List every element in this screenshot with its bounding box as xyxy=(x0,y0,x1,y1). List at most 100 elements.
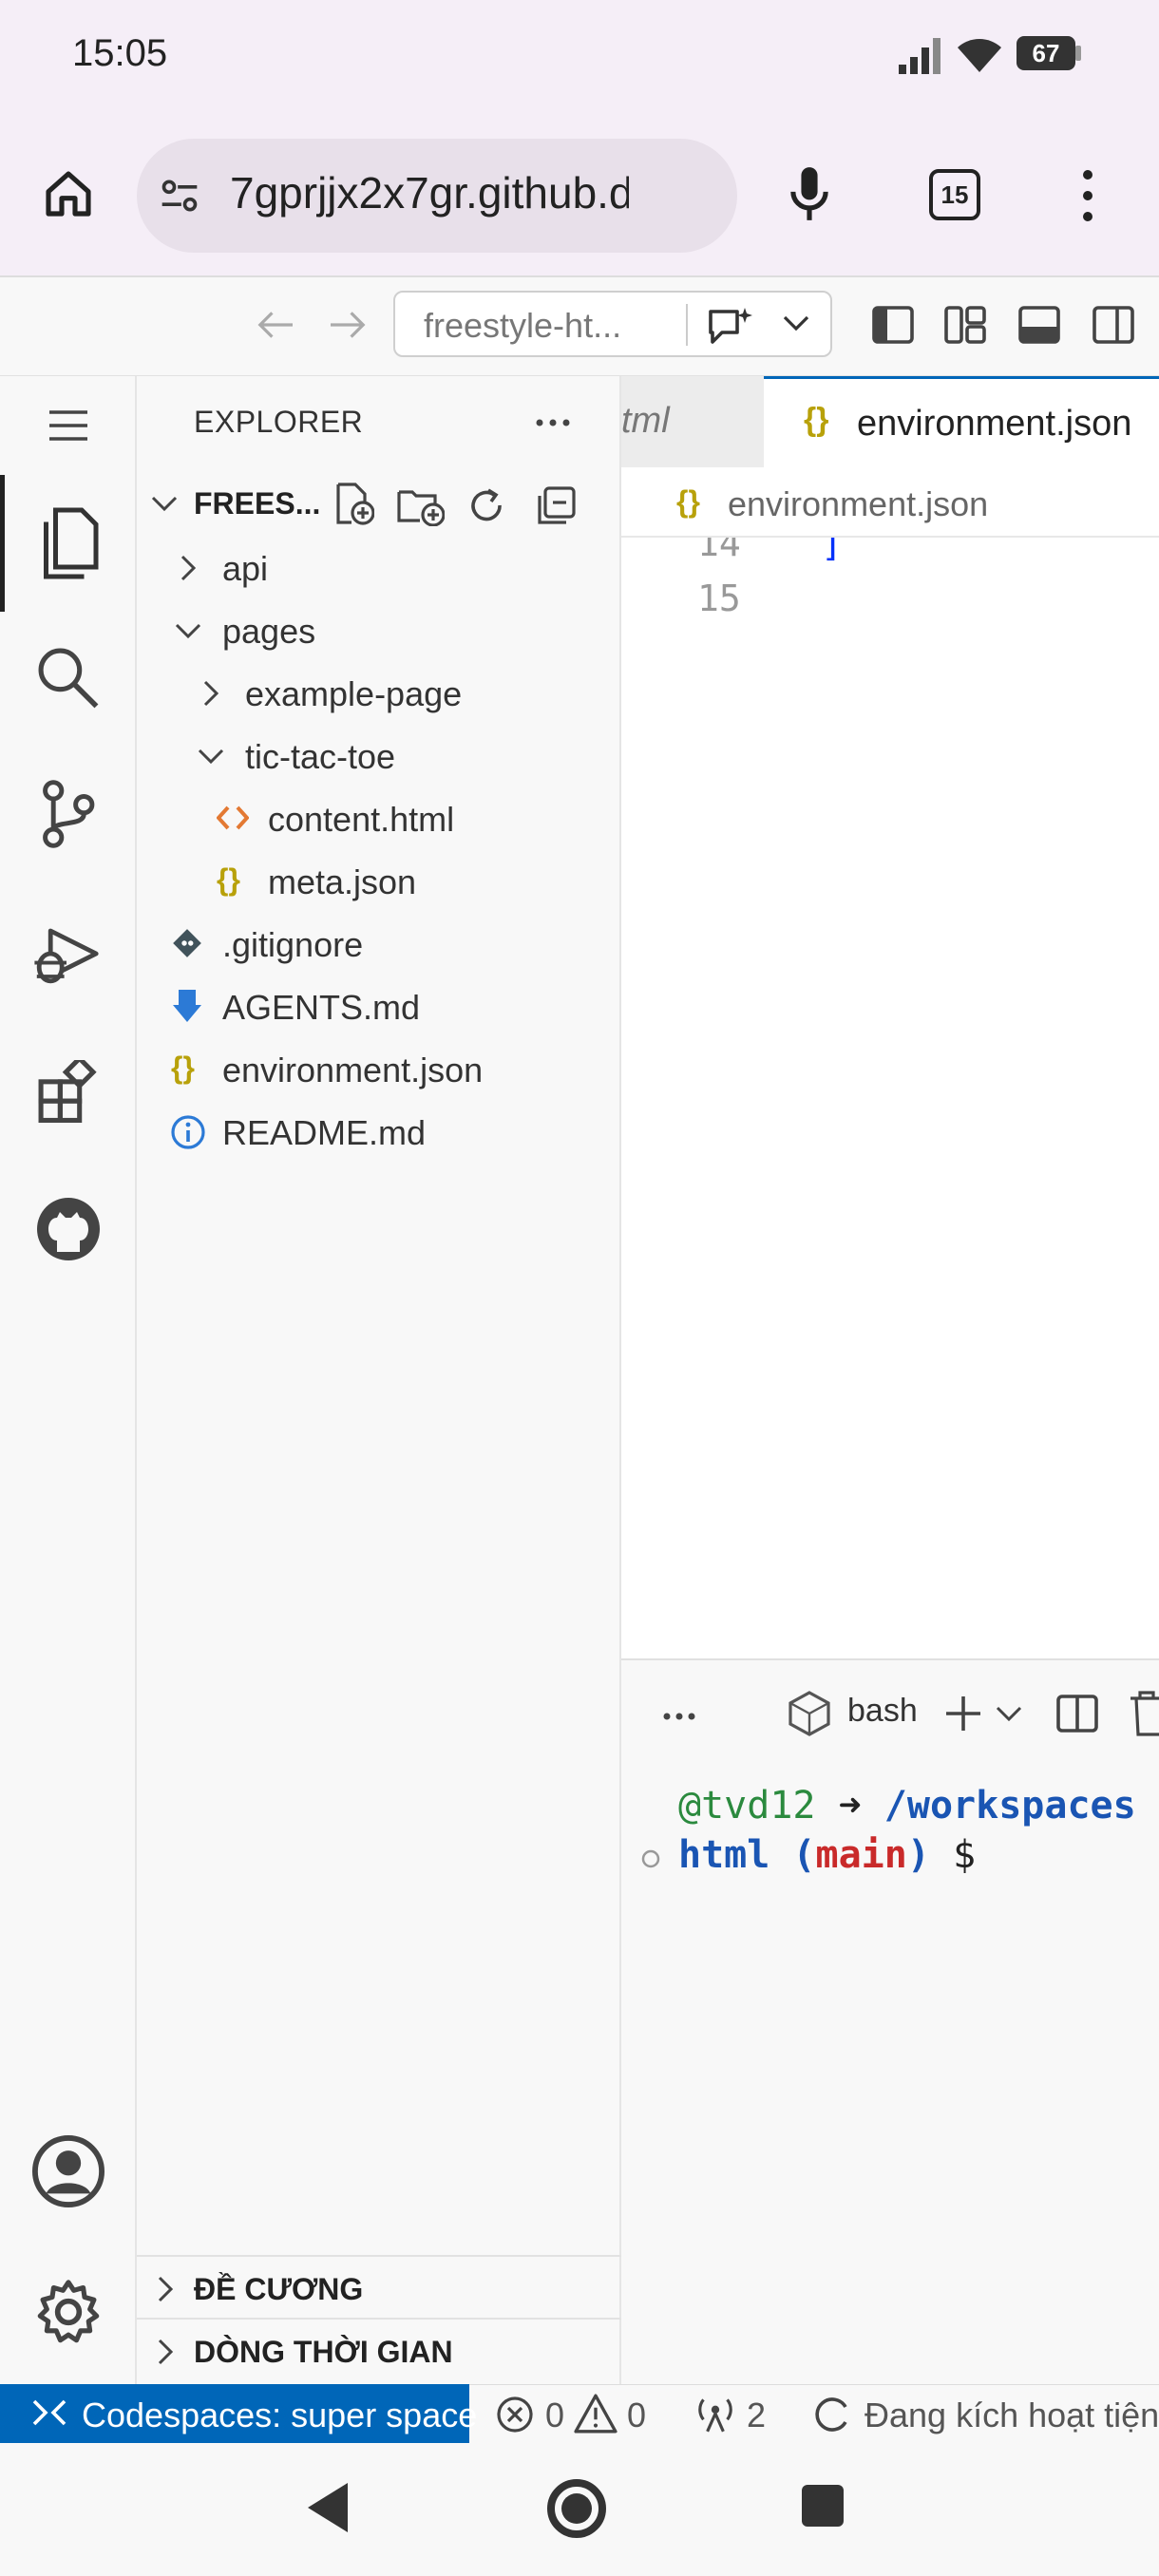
run-debug-icon[interactable] xyxy=(32,921,101,986)
microphone-icon[interactable] xyxy=(785,165,834,222)
customize-layout-icon[interactable] xyxy=(944,304,986,346)
url-text[interactable]: 7gprjjx2x7gr.github.dev xyxy=(230,167,629,218)
activity-status[interactable]: Đang kích hoạt tiện xyxy=(864,2396,1159,2435)
extensions-icon[interactable] xyxy=(36,1060,99,1123)
address-bar[interactable]: 7gprjjx2x7gr.github.dev xyxy=(137,139,737,253)
breadcrumb-label[interactable]: environment.json xyxy=(728,484,988,524)
activity-bar xyxy=(0,376,137,2384)
command-decoration-icon xyxy=(641,1849,660,1868)
outline-section[interactable]: ĐỀ CƯƠNG xyxy=(137,2257,621,2318)
recents-nav-icon[interactable] xyxy=(802,2485,844,2527)
json-file-icon: {} xyxy=(171,1051,195,1085)
chevron-down-icon[interactable] xyxy=(783,313,809,332)
error-count[interactable]: 0 xyxy=(545,2396,564,2435)
tab-inactive[interactable]: tml xyxy=(621,376,764,467)
refresh-icon[interactable] xyxy=(467,486,505,524)
prompt-arrow: ➜ xyxy=(838,1784,862,1828)
tree-item-label: meta.json xyxy=(268,862,417,901)
terminal-shell-label[interactable]: bash xyxy=(847,1693,918,1730)
tab-active-label: environment.json xyxy=(857,404,1132,444)
timeline-label: DÒNG THỜI GIAN xyxy=(194,2335,453,2369)
settings-gear-icon[interactable] xyxy=(36,2280,101,2344)
battery-tip xyxy=(1075,46,1081,61)
prompt-dir: html xyxy=(678,1833,770,1877)
toggle-panel-icon[interactable] xyxy=(1018,304,1060,346)
explorer-icon[interactable] xyxy=(34,505,101,581)
tree-item-meta-json[interactable]: {} meta.json xyxy=(137,849,621,912)
back-arrow-icon[interactable] xyxy=(255,308,296,342)
code-line: 15 xyxy=(621,578,1159,629)
json-file-icon: {} xyxy=(217,862,240,897)
tree-item-label: content.html xyxy=(268,800,455,839)
prompt-path: /workspaces xyxy=(884,1784,1136,1828)
tree-item-content-html[interactable]: content.html xyxy=(137,786,621,849)
forward-arrow-icon[interactable] xyxy=(327,308,369,342)
home-icon[interactable] xyxy=(42,167,95,220)
outline-label: ĐỀ CƯƠNG xyxy=(194,2272,364,2306)
copilot-chat-icon[interactable] xyxy=(705,306,754,346)
new-folder-icon[interactable] xyxy=(397,486,445,526)
command-center[interactable]: freestyle-ht... xyxy=(393,291,832,357)
more-actions-icon[interactable] xyxy=(663,1712,695,1721)
tree-item-api[interactable]: api xyxy=(137,536,621,598)
toggle-secondary-sidebar-icon[interactable] xyxy=(1092,304,1134,346)
prompt-user: @tvd12 xyxy=(678,1784,816,1828)
tree-item-tic-tac-toe[interactable]: tic-tac-toe xyxy=(137,724,621,786)
more-actions-icon[interactable] xyxy=(536,418,570,427)
tab-switcher-button[interactable]: 15 xyxy=(929,169,980,220)
terminal-panel[interactable]: bash @tvd12 ➜ /workspaces html (main) $ xyxy=(621,1658,1159,2384)
menu-icon[interactable] xyxy=(48,408,89,443)
tab-inactive-label: tml xyxy=(621,401,670,441)
toggle-primary-sidebar-icon[interactable] xyxy=(872,304,914,346)
chevron-down-icon[interactable] xyxy=(996,1706,1022,1723)
remote-indicator[interactable]: Codespaces: super space xyxy=(0,2384,477,2443)
chevron-right-icon xyxy=(180,555,197,581)
chevron-right-icon xyxy=(158,2276,174,2302)
tree-item-label: README.md xyxy=(222,1113,427,1152)
search-icon[interactable] xyxy=(36,646,99,709)
battery-icon: 67 xyxy=(1016,36,1075,70)
chevron-right-icon xyxy=(158,2339,174,2365)
error-icon[interactable] xyxy=(496,2396,534,2434)
new-file-icon[interactable] xyxy=(332,483,374,526)
source-control-icon[interactable] xyxy=(38,779,97,849)
tree-item-label: environment.json xyxy=(222,1051,484,1089)
split-terminal-icon[interactable] xyxy=(1056,1693,1098,1734)
command-center-label[interactable]: freestyle-ht... xyxy=(424,306,621,346)
collapse-all-icon[interactable] xyxy=(538,486,576,524)
new-terminal-icon[interactable] xyxy=(944,1695,982,1733)
back-nav-icon[interactable] xyxy=(306,2481,350,2534)
editor-tabs: tml {} environment.json xyxy=(621,376,1159,467)
git-file-icon xyxy=(173,929,201,957)
chevron-down-icon xyxy=(151,496,178,512)
home-nav-icon[interactable] xyxy=(547,2479,606,2538)
chevron-down-icon xyxy=(175,623,201,639)
tree-item-readme-md[interactable]: README.md xyxy=(137,1100,621,1163)
tree-item-label: AGENTS.md xyxy=(222,988,421,1027)
tree-item-gitignore[interactable]: .gitignore xyxy=(137,912,621,975)
ports-count[interactable]: 2 xyxy=(747,2396,766,2435)
signal-icon xyxy=(899,38,940,74)
tree-item-agents-md[interactable]: AGENTS.md xyxy=(137,975,621,1037)
html-file-icon xyxy=(217,805,249,830)
tree-item-example-page[interactable]: example-page xyxy=(137,661,621,724)
github-icon[interactable] xyxy=(34,1195,103,1263)
tree-item-environment-json[interactable]: {} environment.json xyxy=(137,1037,621,1100)
timeline-section[interactable]: DÒNG THỜI GIAN xyxy=(137,2320,621,2380)
remote-icon xyxy=(32,2399,66,2426)
accounts-icon[interactable] xyxy=(32,2135,104,2207)
warning-count[interactable]: 0 xyxy=(627,2396,646,2435)
tree-item-label: api xyxy=(222,549,269,588)
json-file-icon: {} xyxy=(676,484,700,519)
tab-active[interactable]: {} environment.json xyxy=(764,376,1159,467)
browser-menu-icon[interactable] xyxy=(1074,167,1102,224)
site-settings-icon[interactable] xyxy=(158,175,201,217)
ports-icon[interactable] xyxy=(694,2394,737,2434)
wifi-icon xyxy=(958,39,1001,72)
trash-icon[interactable] xyxy=(1130,1691,1159,1736)
tree-item-label: example-page xyxy=(245,674,463,713)
warning-icon[interactable] xyxy=(574,2394,618,2434)
tree-item-pages[interactable]: pages xyxy=(137,598,621,661)
sidebar-title: EXPLORER xyxy=(194,405,364,439)
clock: 15:05 xyxy=(72,32,168,74)
